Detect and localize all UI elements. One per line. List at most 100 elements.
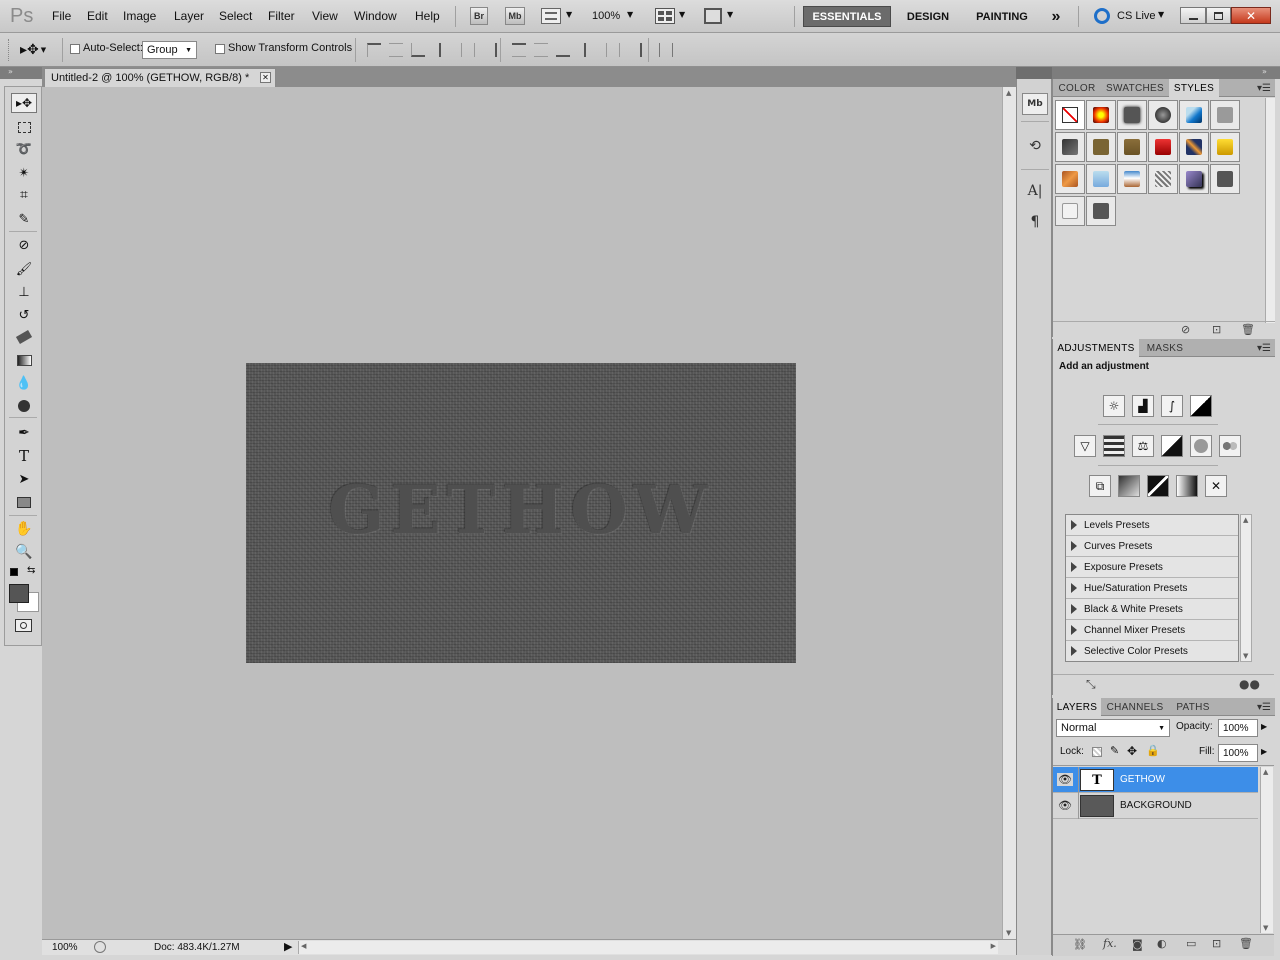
paragraph-panel-icon[interactable]: ¶ xyxy=(1022,211,1048,233)
cs-live-dropdown-icon[interactable]: ▼ xyxy=(1158,10,1164,19)
more-workspaces-button[interactable]: » xyxy=(1044,6,1068,27)
arrange-dropdown-icon[interactable]: ▼ xyxy=(679,10,685,19)
eye-visibility-icon[interactable]: 👁 xyxy=(1057,799,1073,812)
preset-row[interactable]: Black & White Presets xyxy=(1066,599,1238,620)
type-tool[interactable]: T xyxy=(11,446,37,466)
style-swatch[interactable] xyxy=(1210,132,1240,162)
lock-position-icon[interactable]: ✥ xyxy=(1127,744,1137,758)
auto-select-checkbox[interactable] xyxy=(70,44,80,54)
marquee-tool[interactable] xyxy=(11,117,37,137)
mini-bridge-button[interactable]: Mb xyxy=(505,7,525,25)
layers-scrollbar[interactable]: ▲ ▼ xyxy=(1260,767,1273,933)
align-bottom-icon[interactable] xyxy=(411,43,425,57)
link-layers-icon[interactable]: ⛓ xyxy=(1073,938,1087,951)
trash-icon[interactable]: 🗑 xyxy=(1239,937,1253,950)
distribute-top-icon[interactable] xyxy=(512,43,526,57)
scroll-down-icon[interactable]: ▼ xyxy=(1263,924,1268,932)
style-swatch[interactable] xyxy=(1055,132,1085,162)
preset-row[interactable]: Hue/Saturation Presets xyxy=(1066,578,1238,599)
distribute-left-icon[interactable] xyxy=(584,43,598,57)
scroll-up-icon[interactable]: ▲ xyxy=(1263,768,1268,776)
preset-row[interactable]: Curves Presets xyxy=(1066,536,1238,557)
scroll-up-icon[interactable]: ▲ xyxy=(1006,89,1011,97)
distribute-right-icon[interactable] xyxy=(628,43,642,57)
expand-triangle-icon[interactable] xyxy=(1071,625,1077,635)
horizontal-scrollbar[interactable]: ◀ ▶ xyxy=(298,941,998,954)
arrange-documents-button[interactable] xyxy=(655,8,675,24)
status-zoom[interactable]: 100% xyxy=(52,942,78,953)
style-swatch[interactable] xyxy=(1086,132,1116,162)
tab-paths[interactable]: PATHS xyxy=(1169,698,1217,716)
scroll-down-icon[interactable]: ▼ xyxy=(1006,929,1011,937)
style-swatch[interactable] xyxy=(1179,132,1209,162)
quick-selection-tool[interactable]: ✴ xyxy=(11,163,37,183)
styles-scrollbar[interactable] xyxy=(1265,98,1275,323)
workspace-painting[interactable]: PAINTING xyxy=(966,6,1038,27)
workspace-essentials[interactable]: ESSENTIALS xyxy=(803,6,891,27)
selective-color-icon[interactable]: ✕ xyxy=(1205,475,1227,497)
presets-scrollbar[interactable]: ▲ ▼ xyxy=(1240,514,1252,662)
clip-options-icon[interactable]: ●● xyxy=(1239,677,1260,691)
scroll-down-icon[interactable]: ▼ xyxy=(1243,652,1248,660)
distribute-bottom-icon[interactable] xyxy=(556,43,570,57)
channel-mixer-icon[interactable] xyxy=(1219,435,1241,457)
expand-triangle-icon[interactable] xyxy=(1071,562,1077,572)
menu-select[interactable]: Select xyxy=(219,9,252,23)
status-preview-icon[interactable] xyxy=(94,941,106,953)
gradient-map-icon[interactable] xyxy=(1176,475,1198,497)
close-document-icon[interactable]: ✕ xyxy=(260,72,271,83)
style-swatch[interactable] xyxy=(1179,100,1209,130)
menu-edit[interactable]: Edit xyxy=(87,9,108,23)
style-swatch[interactable] xyxy=(1210,164,1240,194)
expand-triangle-icon[interactable] xyxy=(1071,541,1077,551)
menu-image[interactable]: Image xyxy=(123,9,156,23)
swap-colors-icon[interactable]: ⇆ xyxy=(27,565,35,576)
default-colors-icon[interactable] xyxy=(10,568,18,576)
style-swatch[interactable] xyxy=(1148,164,1178,194)
screen-mode-dropdown-icon[interactable]: ▼ xyxy=(727,10,733,19)
invert-icon[interactable]: ⧉ xyxy=(1089,475,1111,497)
style-swatch[interactable] xyxy=(1086,196,1116,226)
opacity-slider-icon[interactable]: ▶ xyxy=(1261,722,1267,731)
fill-input[interactable]: 100% xyxy=(1218,744,1258,762)
expand-triangle-icon[interactable] xyxy=(1071,646,1077,656)
layer-row-gethow[interactable]: 👁 T GETHOW xyxy=(1053,767,1258,793)
layer-row-background[interactable]: 👁 BACKGROUND xyxy=(1053,793,1258,819)
clear-style-icon[interactable]: ⊘ xyxy=(1181,323,1190,336)
align-left-icon[interactable] xyxy=(439,43,453,57)
menu-view[interactable]: View xyxy=(312,9,338,23)
posterize-icon[interactable] xyxy=(1118,475,1140,497)
distribute-vcenter-icon[interactable] xyxy=(534,43,548,57)
style-swatch[interactable] xyxy=(1086,164,1116,194)
scroll-right-icon[interactable]: ▶ xyxy=(991,942,996,950)
menu-help[interactable]: Help xyxy=(415,9,440,23)
restore-window-button[interactable] xyxy=(1206,7,1231,24)
dodge-tool[interactable] xyxy=(11,396,37,416)
photo-filter-icon[interactable] xyxy=(1190,435,1212,457)
style-swatch[interactable] xyxy=(1148,100,1178,130)
align-top-icon[interactable] xyxy=(367,43,381,57)
fill-slider-icon[interactable]: ▶ xyxy=(1261,747,1267,756)
threshold-icon[interactable] xyxy=(1147,475,1169,497)
style-swatch[interactable] xyxy=(1055,196,1085,226)
layer-name[interactable]: GETHOW xyxy=(1120,774,1165,785)
vertical-scrollbar[interactable]: ▲ ▼ xyxy=(1002,87,1016,939)
status-menu-arrow-icon[interactable]: ▶ xyxy=(284,940,292,953)
style-swatch[interactable] xyxy=(1086,100,1116,130)
crop-tool[interactable]: ⌗ xyxy=(11,185,37,205)
distribute-hcenter-icon[interactable] xyxy=(606,43,620,57)
trash-icon[interactable]: 🗑 xyxy=(1241,323,1255,336)
zoom-tool[interactable]: 🔍 xyxy=(11,542,37,562)
black-white-icon[interactable] xyxy=(1161,435,1183,457)
document-canvas[interactable]: GETHOW xyxy=(246,363,796,663)
tab-masks[interactable]: MASKS xyxy=(1141,339,1189,357)
new-layer-icon[interactable]: ⊡ xyxy=(1212,937,1221,950)
auto-align-icon[interactable] xyxy=(659,43,673,57)
vibrance-icon[interactable]: ▽ xyxy=(1074,435,1096,457)
align-right-icon[interactable] xyxy=(483,43,497,57)
expand-triangle-icon[interactable] xyxy=(1071,604,1077,614)
lock-all-icon[interactable]: 🔒 xyxy=(1146,744,1160,757)
layer-style-fx-icon[interactable]: fx. xyxy=(1103,937,1117,950)
tab-channels[interactable]: CHANNELS xyxy=(1103,698,1167,716)
cs-live-menu[interactable]: CS Live xyxy=(1117,10,1156,22)
